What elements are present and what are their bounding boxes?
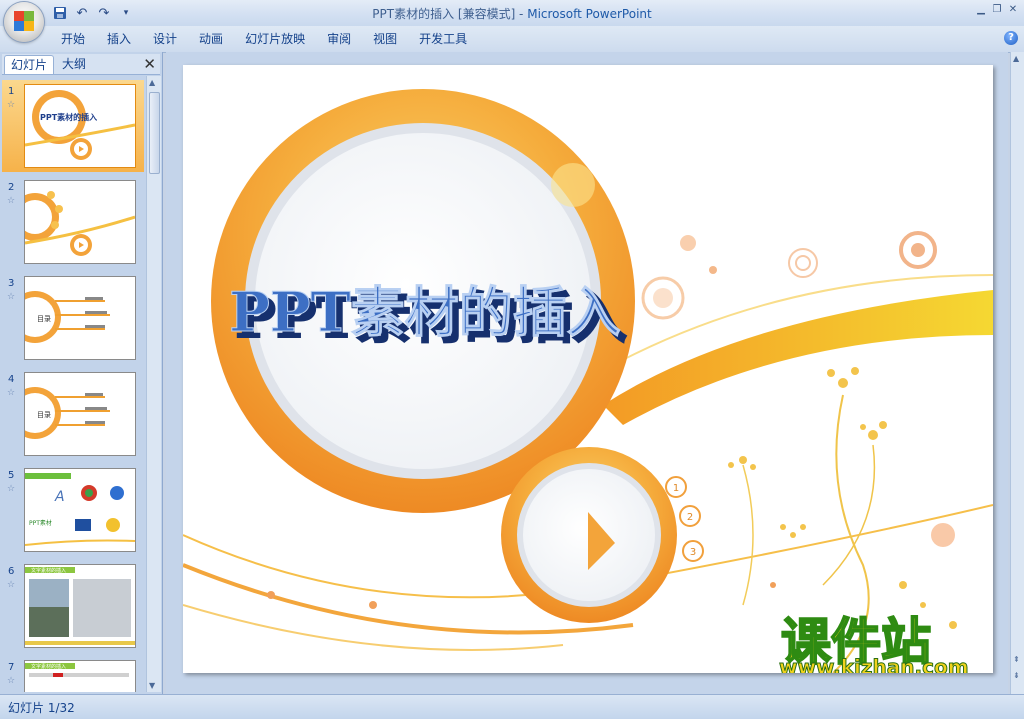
ribbon-tab-bar: 开始 插入 设计 动画 幻灯片放映 审阅 视图 开发工具 ?	[0, 26, 1024, 53]
thumbnail-image: 文字素材的插入	[24, 660, 136, 692]
thumbnail-image	[24, 180, 136, 264]
thumbnail-image: 目录	[24, 276, 136, 360]
svg-text:3: 3	[690, 547, 696, 558]
decor-flower	[931, 523, 955, 547]
menu-item-3[interactable]: 3	[682, 540, 704, 562]
decor-circle	[680, 235, 696, 251]
svg-text:1: 1	[673, 483, 679, 494]
panel-tabs: 幻灯片 大纲 ✕	[2, 54, 160, 75]
window-title: PPT素材的插入 [兼容模式] - Microsoft PowerPoint	[0, 5, 1024, 22]
scroll-up-icon[interactable]: ▲	[149, 78, 155, 87]
title-bar: ↶ ↷ ▾ PPT素材的插入 [兼容模式] - Microsoft PowerP…	[0, 0, 1024, 26]
thumbnail-image: 文字素材的插入	[24, 564, 136, 648]
tab-home[interactable]: 开始	[50, 26, 96, 52]
tab-design[interactable]: 设计	[142, 26, 188, 52]
close-panel-icon[interactable]: ✕	[143, 55, 156, 73]
minimize-icon[interactable]: ▁	[974, 3, 988, 17]
window-controls: ▁ ❐ ✕	[974, 3, 1020, 17]
scroll-thumb[interactable]	[149, 92, 160, 174]
floral-stem	[822, 444, 876, 586]
ribbon-tabs: 开始 插入 设计 动画 幻灯片放映 审阅 视图 开发工具	[50, 26, 478, 52]
slide-edit-area: PPT素材的插入 PPT素材的插入 1 2 3 课件站 www.kjzhan.c…	[166, 52, 1008, 694]
slide-title[interactable]: PPT素材的插入	[229, 280, 621, 345]
decor-dot	[770, 582, 776, 588]
floral-blossoms	[728, 367, 957, 629]
tab-review[interactable]: 审阅	[316, 26, 362, 52]
office-button[interactable]	[4, 2, 44, 42]
slides-panel: 幻灯片 大纲 ✕ 1 ☆ PPT素材的插入 2 ☆ 3 ☆ 目录 4 ☆ 目录 …	[0, 52, 163, 694]
slide-artwork: PPT素材的插入 PPT素材的插入 1 2 3 课件站	[183, 89, 993, 673]
restore-icon[interactable]: ❐	[990, 3, 1004, 17]
animation-star-icon: ☆	[7, 484, 16, 494]
animation-star-icon: ☆	[7, 196, 16, 206]
status-bar: 幻灯片 1/32	[0, 694, 1024, 719]
slide-thumbnail-3[interactable]: 3 ☆ 目录	[2, 272, 144, 364]
tab-outline[interactable]: 大纲	[56, 55, 92, 73]
svg-text:A: A	[54, 489, 65, 505]
thumbnail-image: A PPT素材	[24, 468, 136, 552]
decor-circle	[653, 288, 673, 308]
thumbnail-title: 文字素材的插入	[31, 567, 66, 574]
prev-slide-icon[interactable]: ⇞	[1013, 655, 1020, 664]
document-title: PPT素材的插入 [兼容模式] -	[372, 7, 528, 21]
slide-thumbnail-2[interactable]: 2 ☆	[2, 176, 144, 268]
decor-dot	[369, 601, 377, 609]
slide-number: 2	[8, 182, 15, 193]
next-slide-icon[interactable]: ⇟	[1013, 671, 1020, 680]
animation-star-icon: ☆	[7, 676, 16, 686]
tab-insert[interactable]: 插入	[96, 26, 142, 52]
menu-item-1[interactable]: 1	[665, 476, 687, 498]
close-icon[interactable]: ✕	[1006, 3, 1020, 17]
slide-scrollbar[interactable]: ▲ ⇞ ⇟	[1010, 52, 1024, 694]
help-icon[interactable]: ?	[1004, 31, 1018, 45]
thumbnail-image: PPT素材的插入	[24, 84, 136, 168]
tab-developer[interactable]: 开发工具	[408, 26, 478, 52]
slide-number: 3	[8, 278, 15, 289]
thumbnail-title: 文字素材的插入	[31, 663, 66, 670]
tab-view[interactable]: 视图	[362, 26, 408, 52]
thumbnail-title: PPT素材	[29, 519, 52, 527]
decor-dot	[267, 591, 275, 599]
thumbnail-title: 目录	[37, 411, 51, 419]
thumbnail-title: 目录	[37, 315, 51, 323]
ring-highlight	[551, 163, 595, 207]
current-slide[interactable]: PPT素材的插入 PPT素材的插入 1 2 3 课件站 www.kjzhan.c…	[183, 65, 993, 673]
tab-slides[interactable]: 幻灯片	[4, 55, 55, 74]
animation-star-icon: ☆	[7, 580, 16, 590]
swoosh-band	[603, 290, 993, 425]
slide-thumbnail-5[interactable]: 5 ☆ A PPT素材	[2, 464, 144, 556]
animation-star-icon: ☆	[7, 292, 16, 302]
slide-number: 1	[8, 86, 15, 97]
office-logo-icon	[14, 11, 34, 31]
animation-star-icon: ☆	[7, 388, 16, 398]
scroll-down-icon[interactable]: ▼	[149, 681, 155, 690]
scroll-up-icon[interactable]: ▲	[1013, 54, 1019, 63]
decor-circle	[911, 243, 925, 257]
app-name: Microsoft PowerPoint	[527, 7, 652, 21]
decor-circle	[795, 255, 811, 271]
slide-thumbnail-list: 1 ☆ PPT素材的插入 2 ☆ 3 ☆ 目录 4 ☆ 目录 5 ☆ A PPT…	[2, 76, 144, 692]
floral-stem	[742, 464, 754, 606]
slide-thumbnail-7[interactable]: 7 ☆ 文字素材的插入	[2, 656, 144, 692]
animation-star-icon: ☆	[7, 100, 16, 110]
slide-thumbnail-4[interactable]: 4 ☆ 目录	[2, 368, 144, 460]
watermark-url: www.kjzhan.com	[779, 655, 970, 674]
tab-animation[interactable]: 动画	[188, 26, 234, 52]
slide-number: 4	[8, 374, 15, 385]
tab-slideshow[interactable]: 幻灯片放映	[234, 26, 316, 52]
slide-number: 7	[8, 662, 15, 673]
slide-number: 6	[8, 566, 15, 577]
thumbnail-scrollbar[interactable]: ▲ ▼	[146, 76, 161, 692]
slide-number: 5	[8, 470, 15, 481]
slide-counter: 幻灯片 1/32	[8, 701, 75, 715]
decor-circle	[709, 266, 717, 274]
thumbnail-image: 目录	[24, 372, 136, 456]
thumbnail-title: PPT素材的插入	[40, 112, 97, 122]
swoosh-line	[183, 604, 564, 651]
decor-circle	[788, 248, 818, 278]
menu-item-2[interactable]: 2	[679, 505, 701, 527]
svg-text:2: 2	[687, 512, 693, 523]
slide-thumbnail-6[interactable]: 6 ☆ 文字素材的插入	[2, 560, 144, 652]
slide-thumbnail-1[interactable]: 1 ☆ PPT素材的插入	[2, 80, 144, 172]
